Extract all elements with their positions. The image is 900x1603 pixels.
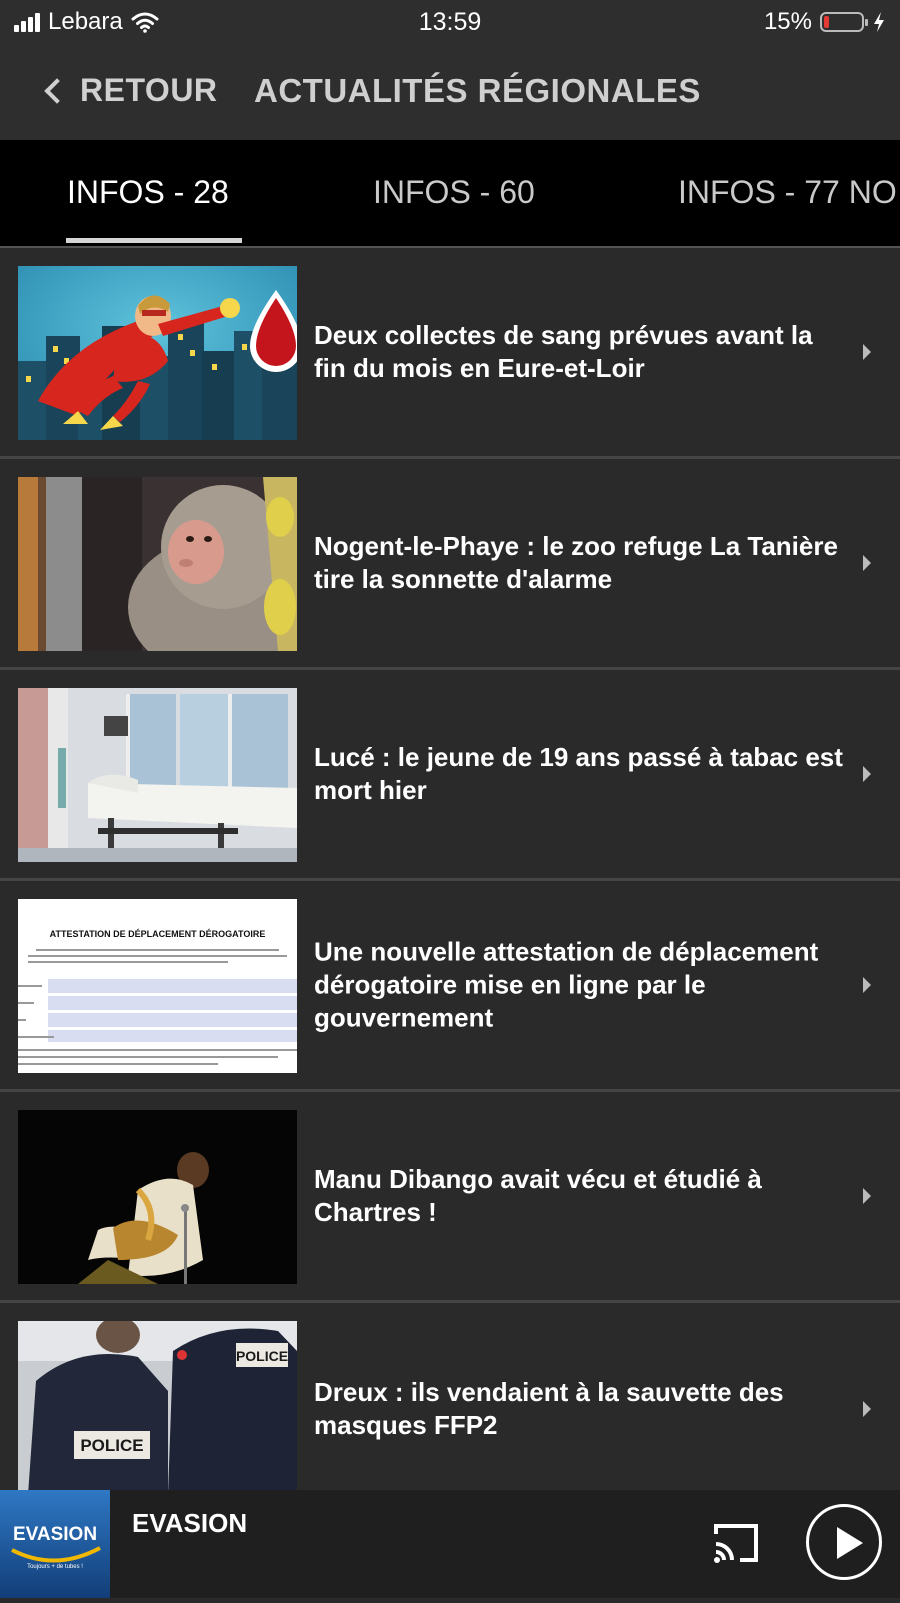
navigation-header: RETOUR ACTUALITÉS RÉGIONALES	[0, 48, 900, 140]
tab-infos-28[interactable]: INFOS - 28	[67, 174, 229, 211]
back-button[interactable]: RETOUR	[44, 72, 218, 109]
chevron-right-icon	[863, 555, 872, 571]
article-thumbnail: ATTESTATION DE DÉPLACEMENT DÉROGATOIRE	[18, 899, 297, 1073]
logo-tagline: Toujours + de tubes !	[27, 1564, 83, 1570]
article-thumbnail	[18, 688, 297, 862]
page-title: ACTUALITÉS RÉGIONALES	[254, 72, 701, 109]
article-thumbnail: POLICE POLICE	[18, 1321, 297, 1495]
active-tab-indicator	[66, 238, 242, 243]
article-thumbnail	[18, 1110, 297, 1284]
battery-icon	[820, 12, 868, 32]
article-item[interactable]: POLICE POLICE Dreux : ils vendaient à la…	[0, 1303, 900, 1514]
battery-percent: 15%	[763, 8, 812, 35]
article-item[interactable]: Lucé : le jeune de 19 ans passé à tabac …	[0, 670, 900, 881]
logo-wordmark: EVASION	[13, 1524, 97, 1545]
chevron-right-icon	[863, 344, 872, 360]
cast-icon[interactable]	[710, 1520, 762, 1566]
tab-infos-77[interactable]: INFOS - 77 NO	[678, 174, 897, 211]
chevron-right-icon	[863, 1188, 872, 1204]
article-title: Dreux : ils vendaient à la sauvette des …	[314, 1376, 784, 1440]
tab-infos-60[interactable]: INFOS - 60	[373, 174, 535, 211]
police-label: POLICE	[236, 1348, 288, 1364]
saxophonist-image	[18, 1110, 297, 1284]
back-label: RETOUR	[80, 72, 218, 108]
battery-fill	[824, 16, 829, 28]
station-logo[interactable]: EVASION Toujours + de tubes !	[0, 1490, 110, 1598]
article-title: Manu Dibango avait vécu et étudié à Char…	[314, 1164, 762, 1227]
article-title: Deux collectes de sang prévues avant la …	[314, 320, 813, 383]
region-tabs: INFOS - 28 INFOS - 60 INFOS - 77 NO	[0, 140, 900, 248]
article-thumbnail	[18, 266, 297, 440]
article-item[interactable]: Manu Dibango avait vécu et étudié à Char…	[0, 1092, 900, 1303]
hospital-room-image	[18, 688, 297, 862]
charging-icon	[874, 12, 884, 32]
chevron-right-icon	[863, 977, 872, 993]
chevron-left-icon	[44, 78, 70, 104]
attestation-heading: ATTESTATION DE DÉPLACEMENT DÉROGATOIRE	[50, 929, 266, 939]
status-bar: Lebara 13:59 15%	[0, 0, 900, 48]
article-title: Une nouvelle attestation de déplacement …	[314, 936, 819, 1033]
play-button[interactable]	[806, 1504, 882, 1580]
superhero-blood-drop-image	[18, 266, 297, 440]
mini-player: EVASION Toujours + de tubes ! EVASION	[0, 1490, 900, 1598]
article-title: Lucé : le jeune de 19 ans passé à tabac …	[314, 742, 843, 805]
chevron-right-icon	[863, 1400, 872, 1417]
article-thumbnail	[18, 477, 297, 651]
police-officers-image: POLICE POLICE	[18, 1321, 297, 1495]
article-list: Deux collectes de sang prévues avant la …	[0, 248, 900, 1514]
police-label: POLICE	[80, 1436, 143, 1455]
station-name: EVASION	[132, 1508, 248, 1538]
chevron-right-icon	[863, 766, 872, 782]
article-item[interactable]: Nogent-le-Phaye : le zoo refuge La Taniè…	[0, 459, 900, 670]
status-right: 15%	[764, 8, 886, 36]
macaque-image	[18, 477, 297, 651]
evasion-logo: EVASION Toujours + de tubes !	[0, 1490, 110, 1598]
attestation-document-image: ATTESTATION DE DÉPLACEMENT DÉROGATOIRE	[18, 899, 297, 1073]
article-title: Nogent-le-Phaye : le zoo refuge La Taniè…	[314, 531, 838, 594]
article-item[interactable]: Deux collectes de sang prévues avant la …	[0, 248, 900, 459]
article-item[interactable]: ATTESTATION DE DÉPLACEMENT DÉROGATOIRE U…	[0, 881, 900, 1092]
